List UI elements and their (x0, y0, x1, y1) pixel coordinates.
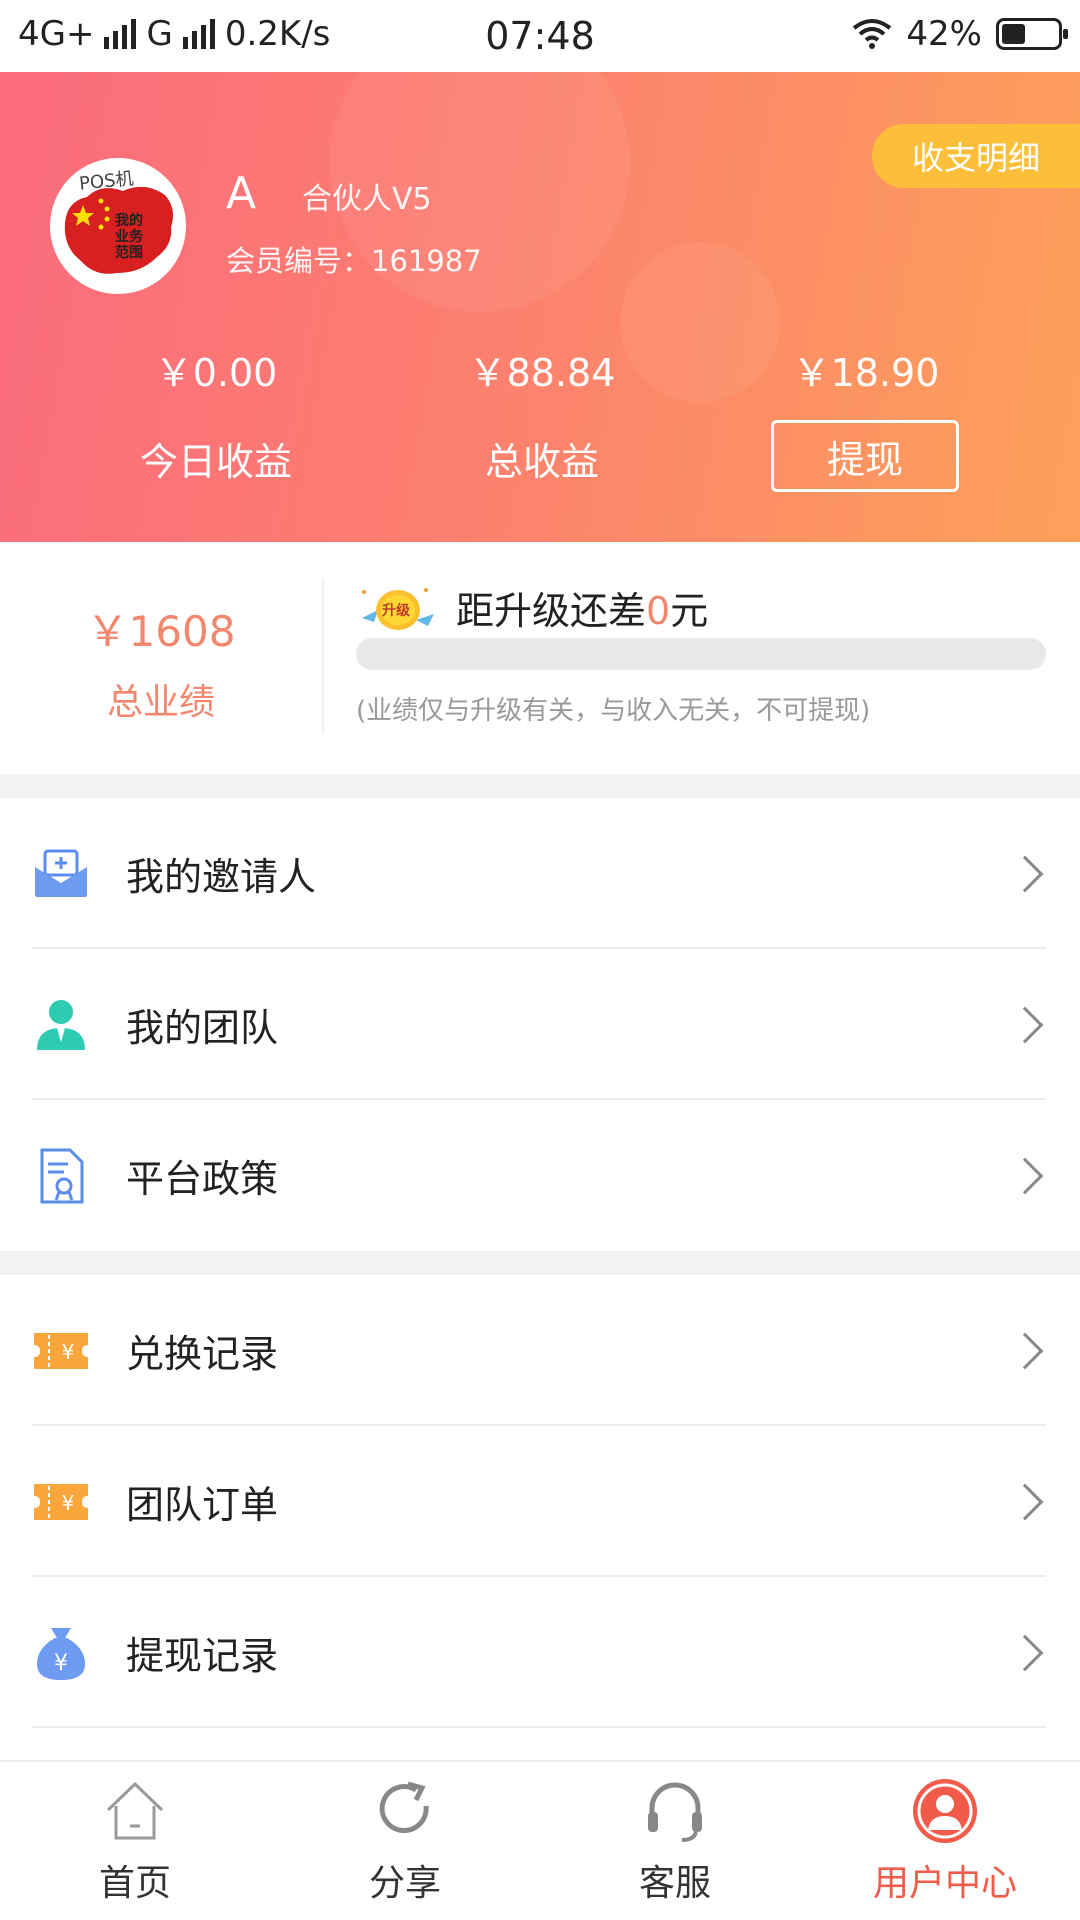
avatar[interactable]: POS机 我的 业务 范围 (50, 158, 186, 294)
menu-label: 我的团队 (126, 1006, 279, 1050)
menu-label: 兑换记录 (126, 1332, 279, 1376)
menu-group-1: 我的邀请人 我的团队 平台政策 (0, 798, 1080, 1251)
home-icon (106, 1781, 164, 1840)
total-performance: ￥1608 总业绩 (0, 542, 322, 774)
envelope-icon (32, 845, 90, 903)
tab-label: 分享 (368, 1863, 441, 1904)
status-bar: 4G+ G 0.2K/s 07:48 42% (0, 0, 1080, 72)
chevron-right-icon (1006, 1006, 1044, 1043)
stat-value: ￥88.84 (468, 351, 616, 395)
upgrade-badge-label: 升级 (382, 603, 410, 619)
user-name: A (226, 168, 257, 219)
upgrade-prefix: 距升级还差 (456, 589, 647, 633)
avatar-caption-line: 我的 (115, 213, 143, 229)
chevron-right-icon (1006, 1157, 1044, 1194)
menu-item-withdraw-records[interactable]: ¥ 提现记录 (0, 1577, 1080, 1728)
section-gap (0, 1251, 1080, 1275)
tab-label: 用户中心 (872, 1863, 1017, 1904)
stat-label: 总收益 (484, 440, 599, 484)
upgrade-progress-bar (356, 638, 1046, 670)
headset-icon (648, 1782, 702, 1842)
upgrade-gap-text: 距升级还差0元 (456, 580, 708, 635)
profile-header: 收支明细 POS机 我的 业务 范围 A 合伙人V5 会员编号：161987 ￥… (0, 72, 1080, 542)
total-performance-label: 总业绩 (106, 682, 215, 723)
section-gap (0, 774, 1080, 798)
menu-label: 我的邀请人 (126, 855, 317, 899)
tab-user-center[interactable]: 用户中心 (845, 1776, 1045, 1906)
tab-label: 客服 (638, 1863, 711, 1904)
user-level: 合伙人V5 (302, 182, 432, 217)
svg-text:¥: ¥ (62, 1340, 75, 1364)
menu-label: 提现记录 (126, 1634, 279, 1678)
menu-label: 平台政策 (126, 1157, 279, 1201)
performance-note: (业绩仅与升级有关，与收入无关，不可提现) (356, 696, 871, 726)
menu-item-team-orders[interactable]: ¥ 团队订单 (0, 1426, 1080, 1577)
svg-text:¥: ¥ (62, 1491, 75, 1515)
upgrade-suffix: 元 (670, 589, 709, 633)
menu-item-exchange-records[interactable]: ¥ 兑换记录 (0, 1275, 1080, 1426)
performance-panel: ￥1608 总业绩 升级 距升级还差0元 (业绩仅与升级有关，与收入无关，不可提… (0, 542, 1080, 774)
battery-percent: 42% (906, 14, 982, 54)
ticket-yen-icon: ¥ (32, 1322, 90, 1380)
bottom-tab-bar: 首页 分享 客服 用户中心 (0, 1760, 1080, 1920)
stat-balance: ￥18.90 (716, 342, 1016, 397)
avatar-caption-line: 范围 (115, 245, 143, 261)
withdraw-button[interactable]: 提现 (771, 420, 959, 492)
battery-icon (996, 18, 1068, 50)
tab-share[interactable]: 分享 (305, 1776, 505, 1906)
stat-value: ￥0.00 (154, 351, 278, 395)
tab-label: 首页 (98, 1863, 171, 1904)
wifi-icon (853, 19, 892, 49)
avatar-caption: 我的 业务 范围 (115, 213, 143, 261)
total-performance-value: ￥1608 (86, 607, 236, 656)
battery-fill (1002, 24, 1025, 44)
chevron-right-icon (1006, 1332, 1044, 1369)
chevron-right-icon (1006, 1483, 1044, 1520)
money-bag-icon: ¥ (32, 1624, 90, 1682)
divider (322, 578, 324, 734)
upgrade-badge-icon: 升级 (356, 580, 438, 634)
ticket-yen-icon: ¥ (32, 1473, 90, 1531)
upgrade-amount: 0 (646, 589, 671, 633)
menu-item-my-inviter[interactable]: 我的邀请人 (0, 798, 1080, 949)
menu-item-platform-policy[interactable]: 平台政策 (0, 1100, 1080, 1251)
stat-total: ￥88.84 总收益 (392, 342, 692, 486)
stat-today: ￥0.00 今日收益 (66, 342, 366, 486)
status-right: 42% (852, 14, 1068, 54)
tab-customer-service[interactable]: 客服 (575, 1776, 775, 1906)
menu-item-my-team[interactable]: 我的团队 (0, 949, 1080, 1100)
share-refresh-icon (379, 1781, 429, 1833)
stat-value: ￥18.90 (792, 351, 940, 395)
income-expense-detail-button[interactable]: 收支明细 (872, 124, 1080, 188)
menu-label: 团队订单 (126, 1483, 279, 1527)
avatar-caption-line: 业务 (115, 229, 143, 245)
menu-group-2: ¥ 兑换记录 ¥ 团队订单 ¥ 提现记录 (0, 1275, 1080, 1728)
stat-label: 今日收益 (139, 440, 292, 484)
chevron-right-icon (1006, 1634, 1044, 1671)
chevron-right-icon (1006, 855, 1044, 892)
member-id: 会员编号：161987 (226, 244, 482, 278)
document-badge-icon (32, 1147, 90, 1205)
tab-home[interactable]: 首页 (35, 1776, 235, 1906)
svg-text:¥: ¥ (54, 1651, 68, 1676)
user-center-icon (913, 1779, 977, 1843)
person-icon (32, 996, 90, 1054)
